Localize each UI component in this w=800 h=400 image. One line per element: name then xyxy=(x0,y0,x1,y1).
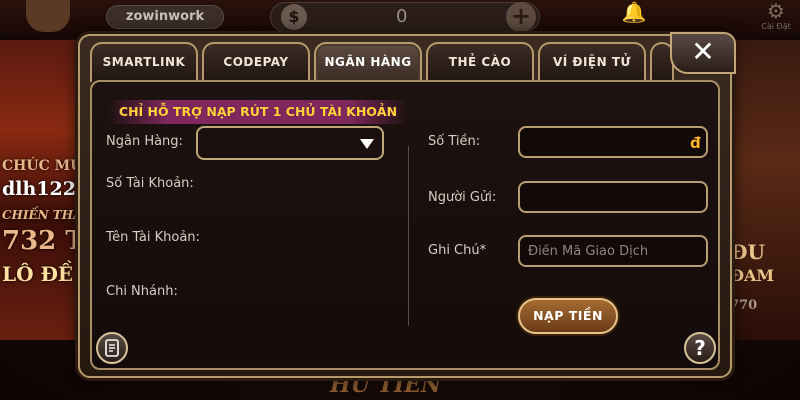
promo-right-line: 770 xyxy=(730,298,758,313)
tab-label: THẺ CÀO xyxy=(448,55,512,69)
tab-label: VÍ ĐIỆN TỬ xyxy=(552,55,632,69)
balance-value: 0 xyxy=(396,6,408,27)
promo-line: dlh122 xyxy=(2,178,76,200)
note-label: Ghi Chú* xyxy=(428,243,487,258)
username-display: zowinwork xyxy=(106,5,224,29)
amount-label: Số Tiền: xyxy=(428,134,481,149)
promo-line: CHÚC MỪNG xyxy=(2,158,84,174)
sender-input[interactable] xyxy=(518,181,708,213)
tab-codepay[interactable]: CODEPAY xyxy=(202,42,310,82)
tab-label: NGÂN HÀNG xyxy=(324,55,412,69)
account-number-label: Số Tài Khoản: xyxy=(106,176,194,191)
tab-bank[interactable]: NGÂN HÀNG xyxy=(314,42,422,84)
deposit-modal: SMARTLINK CODEPAY NGÂN HÀNG THẺ CÀO VÍ Đ… xyxy=(78,32,736,378)
column-divider xyxy=(408,146,409,326)
add-funds-button[interactable]: + xyxy=(506,2,536,32)
tab-label: CODEPAY xyxy=(223,55,289,69)
amount-input[interactable] xyxy=(518,126,708,158)
dollar-icon: $ xyxy=(281,4,307,30)
settings-label: Cài Đặt xyxy=(761,22,791,31)
tab-label: SMARTLINK xyxy=(102,55,186,69)
settings-button[interactable]: ⚙ Cài Đặt xyxy=(758,0,794,34)
currency-symbol: đ xyxy=(690,134,701,152)
help-icon: ? xyxy=(694,336,706,360)
promo-right-line: ĐU xyxy=(730,240,765,264)
deposit-submit-button[interactable]: NẠP TIỀN xyxy=(518,298,618,334)
bank-label: Ngân Hàng: xyxy=(106,134,183,149)
close-icon: ✕ xyxy=(691,35,715,68)
transaction-code-input[interactable] xyxy=(518,235,708,267)
document-icon xyxy=(105,339,119,357)
notice-banner: CHỈ HỖ TRỢ NẠP RÚT 1 CHỦ TÀI KHOẢN xyxy=(108,100,408,124)
promo-right-line: ĐAM xyxy=(730,266,775,285)
help-button[interactable]: ? xyxy=(684,332,716,364)
promo-line: 732 TR xyxy=(2,226,84,256)
gear-icon: ⚙ xyxy=(767,0,785,23)
bell-icon[interactable]: 🔔 xyxy=(620,0,648,26)
promo-line: CHIẾN THẮNG xyxy=(2,208,84,222)
close-button[interactable]: ✕ xyxy=(670,32,736,74)
tab-smartlink[interactable]: SMARTLINK xyxy=(90,42,198,82)
promo-banner-left[interactable]: CHÚC MỪNG dlh122 CHIẾN THẮNG 732 TR LÔ Đ… xyxy=(0,40,84,340)
tab-scratch-card[interactable]: THẺ CÀO xyxy=(426,42,534,82)
caret-down-icon xyxy=(360,139,374,149)
sender-label: Người Gửi: xyxy=(428,190,497,205)
account-name-label: Tên Tài Khoản: xyxy=(106,230,200,245)
promo-banner-right[interactable] xyxy=(722,40,800,340)
history-button[interactable] xyxy=(96,332,128,364)
bank-select[interactable] xyxy=(196,126,384,160)
promo-line: LÔ ĐỀ xyxy=(2,262,74,286)
branch-label: Chi Nhánh: xyxy=(106,284,178,299)
avatar[interactable] xyxy=(26,0,70,32)
tab-e-wallet[interactable]: VÍ ĐIỆN TỬ xyxy=(538,42,646,82)
